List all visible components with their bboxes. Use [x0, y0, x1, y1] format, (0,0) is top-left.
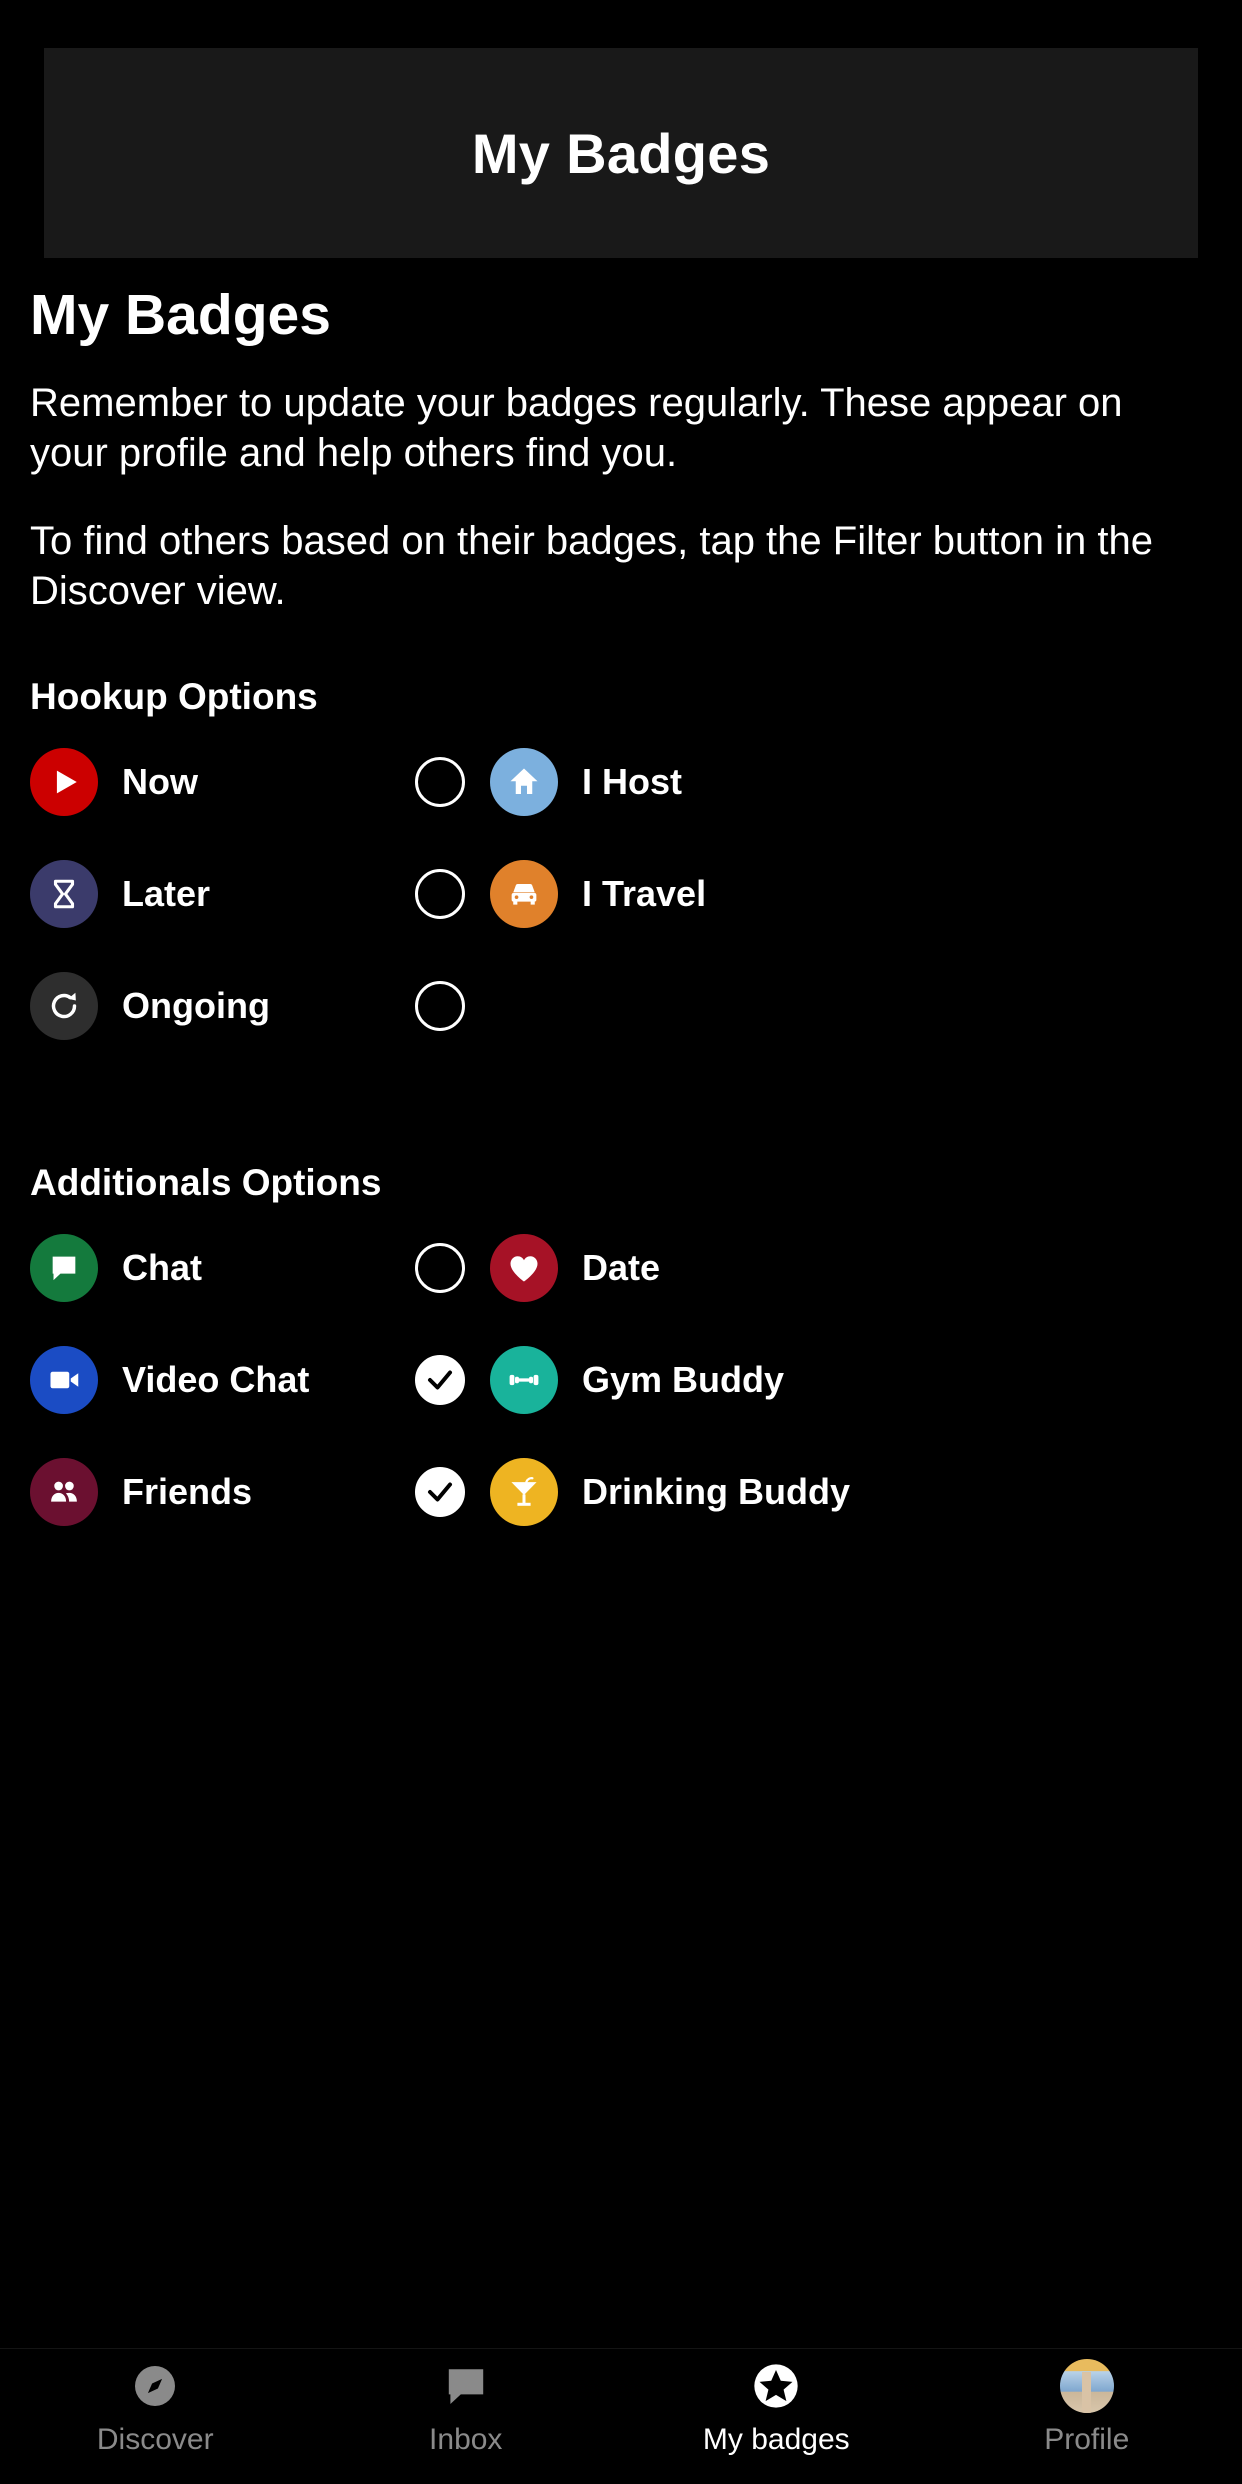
badge-row: Chat Date: [30, 1220, 1212, 1316]
chat-bubble-icon: [30, 1233, 98, 1302]
heart-icon: [490, 1233, 558, 1302]
badge-item-now[interactable]: Now: [30, 747, 390, 816]
badge-label: Ongoing: [122, 984, 270, 1026]
badge-checkbox-slot[interactable]: [390, 980, 490, 1031]
badge-label: Gym Buddy: [582, 1358, 785, 1400]
compass-icon: [128, 2359, 182, 2413]
refresh-icon: [30, 971, 98, 1040]
badge-label: Video Chat: [122, 1358, 310, 1400]
section-title-additionals-options: Additionals Options: [30, 1161, 382, 1203]
badge-checkbox-slot[interactable]: [390, 1354, 490, 1405]
badge-item-drinking-buddy[interactable]: Drinking Buddy: [490, 1457, 970, 1526]
badge-checkbox-slot[interactable]: [390, 756, 490, 807]
badge-label: Chat: [122, 1246, 202, 1288]
badge-item-friends[interactable]: Friends: [30, 1457, 390, 1526]
badge-item-video-chat[interactable]: Video Chat: [30, 1345, 390, 1414]
badge-checkbox-ongoing[interactable]: [415, 980, 465, 1031]
car-icon: [490, 859, 558, 928]
bottom-navigation-bar: Discover Inbox My badges Profile: [0, 2348, 1242, 2484]
badge-label: I Travel: [582, 872, 707, 914]
hourglass-icon: [30, 859, 98, 928]
badge-row: Friends Drinking Buddy: [30, 1444, 1212, 1540]
star-badge-icon: [749, 2359, 803, 2413]
chat-bubble-icon: [439, 2359, 493, 2413]
nav-label: Profile: [1044, 2423, 1130, 2456]
home-icon: [490, 747, 558, 816]
nav-item-inbox[interactable]: Inbox: [311, 2359, 622, 2457]
badge-item-date[interactable]: Date: [490, 1233, 970, 1302]
header-title: My Badges: [471, 121, 771, 185]
badge-label: Now: [122, 760, 198, 802]
badge-label: Friends: [122, 1470, 253, 1512]
badge-item-gym-buddy[interactable]: Gym Buddy: [490, 1345, 970, 1414]
intro-paragraph-1: Remember to update your badges regularly…: [30, 380, 1123, 475]
badge-item-ongoing[interactable]: Ongoing: [30, 971, 390, 1040]
badge-checkbox-video-chat[interactable]: [415, 1354, 465, 1405]
badge-item-later[interactable]: Later: [30, 859, 390, 928]
badge-checkbox-now[interactable]: [415, 756, 465, 807]
badge-item-i-travel[interactable]: I Travel: [490, 859, 970, 928]
badge-group-hookup-options: Now I Host Later I Travel Ongoing: [30, 734, 1212, 1054]
avatar: [1059, 2359, 1114, 2413]
nav-item-discover[interactable]: Discover: [0, 2359, 311, 2457]
section-title-hookup-options: Hookup Options: [30, 675, 318, 717]
nav-label: Discover: [96, 2423, 214, 2456]
people-icon: [30, 1457, 98, 1526]
badge-item-chat[interactable]: Chat: [30, 1233, 390, 1302]
avatar-icon: [1059, 2359, 1114, 2413]
badge-row: Video Chat Gym Buddy: [30, 1332, 1212, 1428]
video-camera-icon: [30, 1345, 98, 1414]
badge-row: Now I Host: [30, 734, 1212, 830]
badge-label: Date: [582, 1246, 661, 1288]
badge-row: Later I Travel: [30, 846, 1212, 942]
main-content: My Badges Remember to update your badges…: [0, 258, 1242, 2348]
badge-label: I Host: [582, 760, 683, 802]
badge-row: Ongoing: [30, 958, 1212, 1054]
intro-paragraph-2: To find others based on their badges, ta…: [30, 518, 1153, 613]
badge-label: Drinking Buddy: [582, 1470, 850, 1512]
badge-checkbox-slot[interactable]: [390, 1466, 490, 1517]
nav-label: My badges: [702, 2423, 850, 2456]
badge-checkbox-friends[interactable]: [415, 1466, 465, 1517]
app-root: My Badges My Badges Remember to update y…: [0, 0, 1242, 2484]
nav-item-my-badges[interactable]: My badges: [621, 2359, 932, 2457]
dumbbell-icon: [490, 1345, 558, 1414]
play-icon: [30, 747, 98, 816]
page-title: My Badges: [30, 283, 331, 347]
badge-label: Later: [122, 872, 211, 914]
badge-checkbox-slot[interactable]: [390, 868, 490, 919]
badge-checkbox-chat[interactable]: [415, 1242, 465, 1293]
badge-checkbox-slot[interactable]: [390, 1242, 490, 1293]
cocktail-icon: [490, 1457, 558, 1526]
top-header-bar: My Badges: [44, 48, 1198, 258]
nav-label: Inbox: [429, 2423, 503, 2456]
nav-item-profile[interactable]: Profile: [932, 2359, 1242, 2457]
badge-item-i-host[interactable]: I Host: [490, 747, 970, 816]
badge-group-additionals-options: Chat Date Video Chat Gym Buddy Friends D…: [30, 1220, 1212, 1540]
badge-checkbox-later[interactable]: [415, 868, 465, 919]
